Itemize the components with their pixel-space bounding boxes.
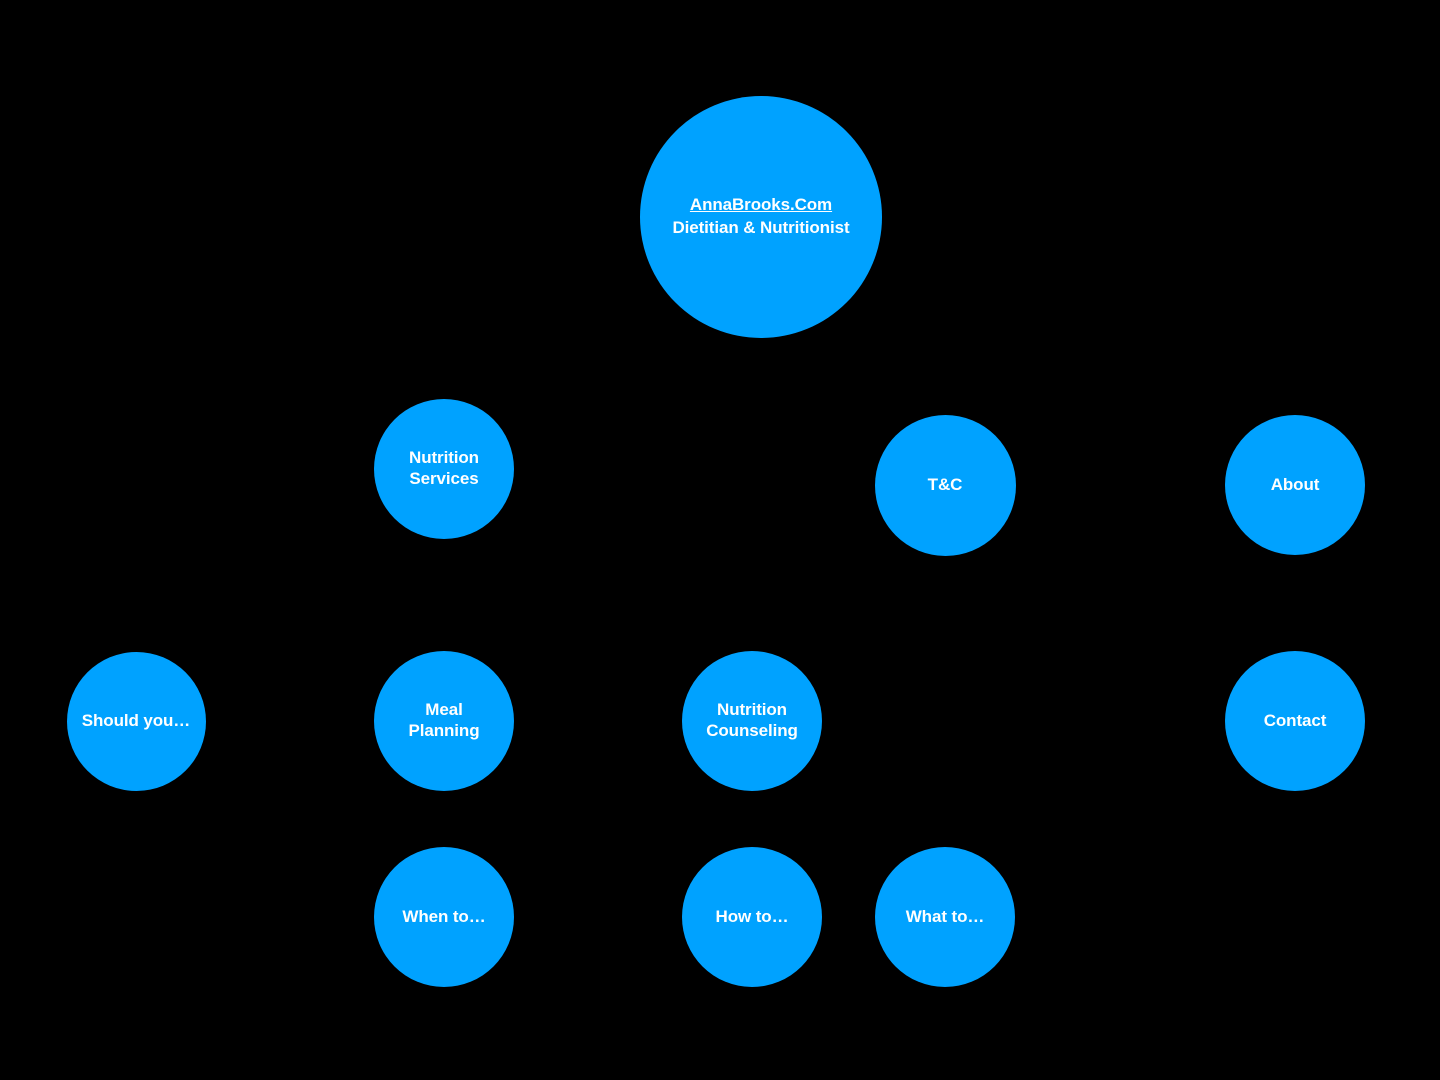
node-label-meal-planning: Meal Planning bbox=[408, 700, 480, 740]
node-label-nutrition-services: Nutrition Services bbox=[409, 448, 479, 488]
node-label-tc: T&C bbox=[927, 474, 963, 494]
node-label-when-to: When to… bbox=[402, 906, 486, 926]
node-nutrition-counseling[interactable]: Nutrition Counseling bbox=[682, 651, 822, 791]
node-label-root: AnnaBrooks.Com Dietitian & Nutritionist bbox=[640, 194, 882, 239]
node-when-to[interactable]: When to… bbox=[374, 847, 514, 987]
node-tc[interactable]: T&C bbox=[874, 414, 1016, 556]
node-should-you[interactable]: Should you… bbox=[66, 651, 206, 791]
node-nutrition-services[interactable]: Nutrition Services bbox=[374, 399, 514, 539]
node-link-root[interactable]: AnnaBrooks.Com bbox=[640, 194, 882, 217]
sitemap-diagram-canvas: AnnaBrooks.Com Dietitian & Nutritionist Nu… bbox=[0, 0, 1440, 1080]
node-label-should-you: Should you… bbox=[81, 710, 191, 730]
node-how-to[interactable]: How to… bbox=[682, 847, 822, 987]
node-label-about: About bbox=[1270, 474, 1320, 494]
node-meal-planning[interactable]: Meal Planning bbox=[374, 651, 514, 791]
node-label-contact: Contact bbox=[1263, 710, 1327, 730]
node-subtitle-root: Dietitian & Nutritionist bbox=[672, 218, 850, 237]
node-root[interactable]: AnnaBrooks.Com Dietitian & Nutritionist bbox=[640, 96, 882, 338]
node-label-what-to: What to… bbox=[905, 906, 985, 926]
node-about[interactable]: About bbox=[1225, 415, 1365, 555]
node-label-how-to: How to… bbox=[715, 906, 789, 926]
node-contact[interactable]: Contact bbox=[1225, 651, 1365, 791]
node-label-nutrition-counseling: Nutrition Counseling bbox=[706, 700, 798, 740]
node-what-to[interactable]: What to… bbox=[875, 847, 1015, 987]
